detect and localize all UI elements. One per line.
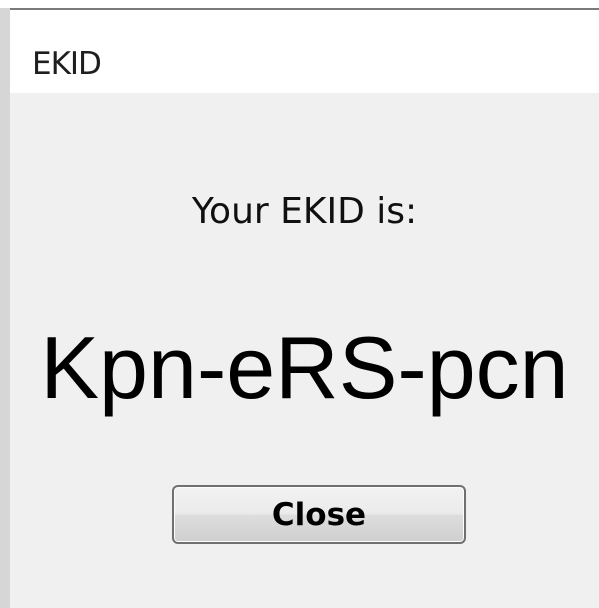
window-top-edge — [0, 0, 599, 8]
ekid-value: Kpn-eRS-pcn — [40, 318, 569, 417]
close-button[interactable]: Close — [172, 485, 466, 544]
ekid-prompt-label: Your EKID is: — [191, 191, 418, 232]
title-bar[interactable]: EKID — [10, 8, 599, 93]
dialog-content: Your EKID is: Kpn-eRS-pcn Close — [10, 93, 599, 608]
window-title: EKID — [32, 46, 102, 82]
window-left-frame — [0, 8, 10, 608]
ekid-dialog-window: EKID Your EKID is: Kpn-eRS-pcn Close — [0, 0, 599, 608]
